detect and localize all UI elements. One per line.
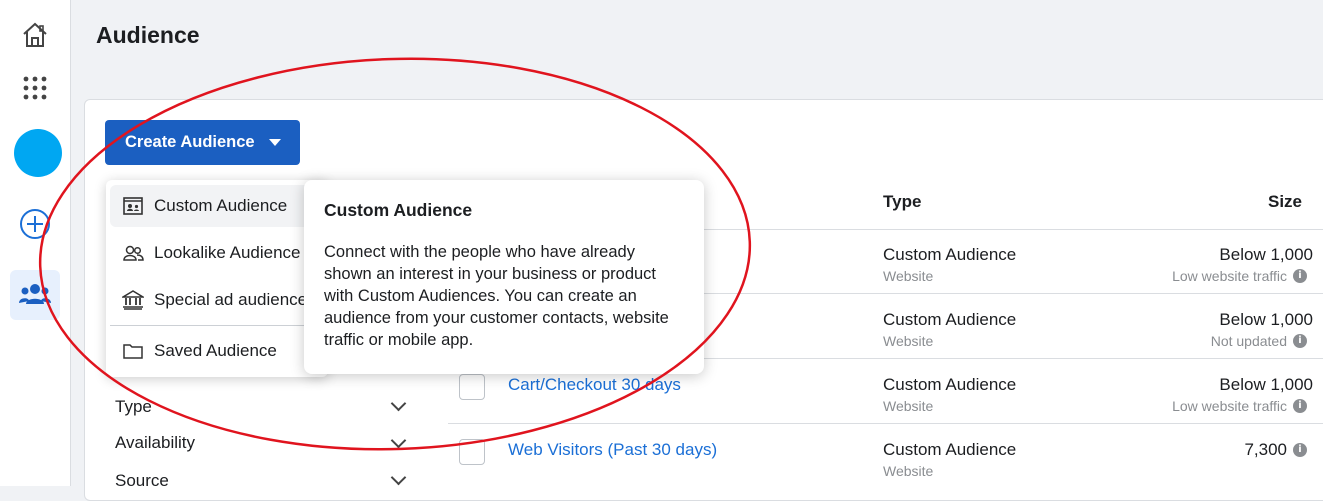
audience-name-link[interactable]: Web Visitors (Past 30 days) <box>508 440 717 460</box>
row-size: Below 1,000 <box>1219 310 1313 329</box>
bank-building-icon <box>122 289 144 311</box>
audiences-people-icon[interactable] <box>10 270 60 320</box>
row-size: Below 1,000 <box>1219 375 1313 394</box>
create-audience-label: Create Audience <box>125 133 255 151</box>
row-size-status: Low website traffic i <box>1172 398 1307 414</box>
menu-item-saved-audience[interactable]: Saved Audience <box>110 330 322 372</box>
row-source: Website <box>883 333 934 349</box>
caret-down-icon <box>268 139 281 146</box>
info-icon[interactable]: i <box>1293 334 1307 348</box>
create-plus-icon[interactable] <box>12 201 58 247</box>
menu-item-custom-audience[interactable]: Custom Audience <box>110 185 322 227</box>
page-title: Audience <box>96 22 200 48</box>
folder-icon <box>122 340 144 362</box>
apps-grid-icon[interactable] <box>12 65 58 111</box>
lookalike-people-icon <box>122 242 144 264</box>
row-source: Website <box>883 463 934 479</box>
tooltip-body: Connect with the people who have already… <box>324 243 669 349</box>
create-audience-button[interactable]: Create Audience <box>105 120 300 165</box>
row-type: Custom Audience <box>883 440 1017 459</box>
profile-avatar[interactable] <box>14 129 62 177</box>
row-source: Website <box>883 398 934 414</box>
info-icon[interactable]: i <box>1293 269 1307 283</box>
audience-name-link[interactable]: Cart/Checkout 30 days <box>508 375 681 395</box>
custom-audience-icon <box>122 195 144 217</box>
status-text: Low website traffic <box>1172 268 1287 284</box>
menu-item-label: Saved Audience <box>154 341 277 360</box>
menu-item-lookalike-audience[interactable]: Lookalike Audience <box>110 232 322 274</box>
menu-item-label: Custom Audience <box>154 196 288 215</box>
menu-item-label: Lookalike Audience <box>154 243 301 262</box>
left-navigation-rail <box>0 0 71 486</box>
create-audience-menu: Custom Audience Lookalike Audience Speci… <box>106 180 328 377</box>
row-type: Custom Audience <box>883 245 1017 264</box>
home-icon[interactable] <box>12 12 58 58</box>
filter-availability[interactable]: Availability <box>115 433 195 453</box>
row-source: Website <box>883 268 934 284</box>
menu-item-special-ad-audience[interactable]: Special ad audience <box>110 279 322 321</box>
row-size-status: Low website traffic i <box>1172 268 1307 284</box>
menu-item-label: Special ad audience <box>154 290 308 309</box>
custom-audience-tooltip: Custom Audience Connect with the people … <box>304 180 704 374</box>
row-checkbox[interactable] <box>459 374 485 400</box>
row-size-status: Not updated i <box>1211 333 1307 349</box>
row-size: Below 1,000 <box>1219 245 1313 264</box>
menu-divider <box>110 325 322 326</box>
tooltip-title: Custom Audience <box>324 200 473 220</box>
status-text: Low website traffic <box>1172 398 1287 414</box>
filter-source[interactable]: Source <box>115 471 169 491</box>
column-header-size[interactable]: Size <box>1268 192 1302 212</box>
size-value: 7,300 <box>1244 440 1287 459</box>
filter-type[interactable]: Type <box>115 397 152 417</box>
row-type: Custom Audience <box>883 375 1017 394</box>
row-type: Custom Audience <box>883 310 1017 329</box>
row-checkbox[interactable] <box>459 439 485 465</box>
column-header-type[interactable]: Type <box>883 192 921 212</box>
table-divider <box>448 423 1323 424</box>
status-text: Not updated <box>1210 333 1287 349</box>
info-icon[interactable]: i <box>1293 399 1307 413</box>
row-size: 7,300 i <box>1244 440 1307 460</box>
info-icon[interactable]: i <box>1293 443 1307 457</box>
